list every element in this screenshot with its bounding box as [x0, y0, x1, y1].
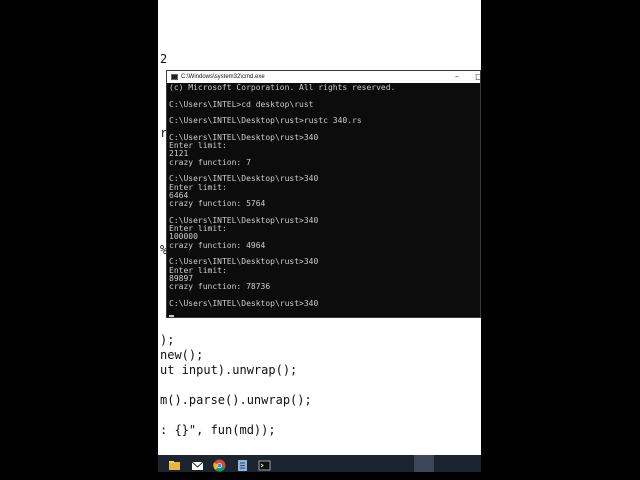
code-line: 2	[160, 52, 168, 66]
cmd-window[interactable]: C:\Windows\system32\cmd.exe – □ (c) Micr…	[166, 70, 481, 318]
taskbar	[158, 455, 481, 472]
code-line: new();	[160, 348, 204, 362]
terminal-line: Enter limit:	[169, 182, 227, 192]
terminal-line: Enter limit:	[169, 141, 227, 151]
terminal-line: C:\Users\INTEL>cd desktop\rust	[169, 99, 314, 109]
code-line: );	[160, 333, 175, 347]
terminal-line: C:\Users\INTEL\Desktop\rust>340	[169, 298, 319, 308]
terminal-cursor	[169, 315, 174, 317]
cmd-titlebar[interactable]: C:\Windows\system32\cmd.exe – □	[167, 71, 480, 83]
notepad-icon[interactable]	[236, 457, 249, 471]
cmd-icon[interactable]	[258, 457, 271, 471]
terminal-line: C:\Users\INTEL\Desktop\rust>rustc 340.rs	[169, 116, 362, 126]
terminal-output[interactable]: (c) Microsoft Corporation. All rights re…	[169, 83, 480, 317]
cmd-app-icon	[171, 74, 178, 80]
terminal-line: crazy function: 5764	[169, 199, 266, 209]
terminal-line: crazy function: 7	[169, 157, 251, 167]
terminal-line: Enter limit:	[169, 224, 227, 234]
chrome-icon[interactable]	[213, 457, 226, 472]
maximize-button[interactable]: □	[472, 71, 480, 83]
file-explorer-icon[interactable]	[168, 457, 181, 470]
terminal-line: crazy function: 4964	[169, 240, 266, 250]
terminal-line: crazy function: 78736	[169, 282, 271, 292]
terminal-line: Enter limit:	[169, 265, 227, 275]
code-line: : {}", fun(md));	[160, 423, 276, 437]
taskbar-active-highlight	[414, 455, 434, 472]
code-line: m().parse().unwrap();	[160, 393, 312, 407]
cmd-window-title: C:\Windows\system32\cmd.exe	[181, 74, 265, 80]
mail-icon[interactable]	[191, 457, 204, 470]
minimize-button[interactable]: –	[450, 71, 464, 83]
terminal-line: (c) Microsoft Corporation. All rights re…	[169, 83, 396, 92]
code-line: ut input).unwrap();	[160, 363, 298, 377]
